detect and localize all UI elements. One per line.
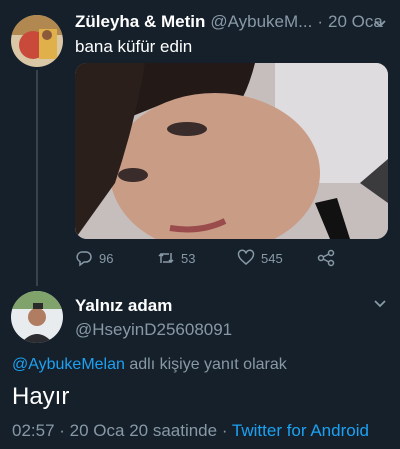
tweet-source-link[interactable]: Twitter for Android [232,421,369,440]
like-action[interactable]: 545 [237,249,283,267]
tweet-text: bana küfür edin [75,37,193,56]
separator: · [317,12,324,31]
retweet-icon [158,252,174,264]
reply-context: @AybukeMelan adlı kişiye yanıt olarak [12,356,287,374]
author-handle[interactable]: @HseyinD25608091 [75,320,232,340]
tweet-date: 20 Oca 20 saatinde [69,421,218,440]
reply-count: 96 [99,250,114,266]
tweet-photo[interactable] [75,63,388,239]
author-name[interactable]: Züleyha & Metin [75,12,205,32]
chevron-down-icon[interactable] [372,16,388,32]
thread-connector-line [36,70,38,286]
reply-action[interactable]: 96 [75,249,113,267]
tweet-metadata: 02:57 · 20 Oca 20 saatinde · Twitter for… [12,421,369,441]
reply-icon [76,251,92,267]
author-handle[interactable]: @AybukeM... [210,12,312,32]
retweet-count: 53 [181,250,196,266]
tweet-text: Hayır [12,383,70,410]
tweet-time: 02:57 [12,421,55,440]
tweet-header: Züleyha & Metin @AybukeM... · 20 Oca [75,12,390,32]
reply-context-text: adlı kişiye yanıt olarak [124,356,287,373]
avatar[interactable] [11,15,63,67]
avatar[interactable] [11,291,63,343]
retweet-action[interactable]: 53 [157,249,195,267]
separator: · [217,421,232,440]
like-count: 545 [261,250,283,266]
share-action[interactable] [317,249,335,267]
tweet-actions: 96 53 545 [75,249,365,271]
reply-mention-link[interactable]: @AybukeMelan [12,356,125,373]
author-name[interactable]: Yalnız adam [75,296,172,316]
separator: · [54,421,70,440]
chevron-down-icon[interactable] [372,296,388,312]
heart-icon [237,249,255,265]
share-icon [317,249,335,267]
